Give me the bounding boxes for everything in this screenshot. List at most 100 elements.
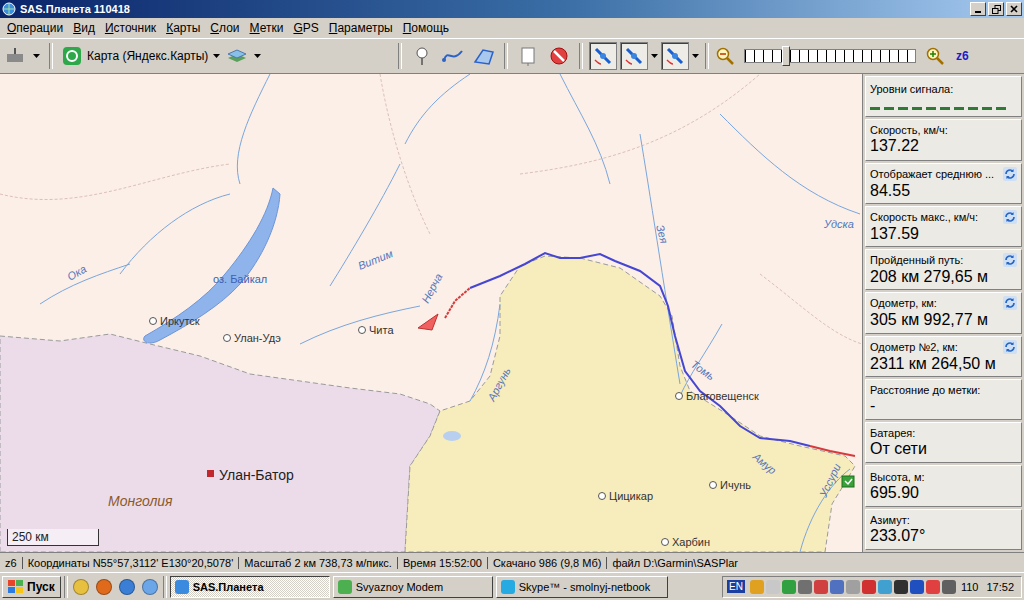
refresh-icon[interactable] — [1003, 253, 1017, 267]
menu-item[interactable]: GPS — [288, 20, 323, 36]
desktop: SAS.Планета 110418ОперацииВидИсточникКар… — [0, 0, 1024, 600]
note-icon — [518, 46, 538, 66]
menu-item[interactable]: Карты — [161, 20, 205, 36]
river — [640, 134, 680, 384]
gps-device-button[interactable] — [2, 42, 30, 70]
zoom-out-icon[interactable] — [715, 46, 735, 66]
gps-track-button[interactable] — [589, 42, 617, 70]
window-title: SAS.Планета 110418 — [20, 3, 966, 15]
zoom-slider[interactable] — [744, 49, 916, 63]
minimize-button[interactable] — [970, 2, 986, 16]
tool-button[interactable] — [408, 42, 436, 70]
map-label: Благовещенск — [686, 390, 759, 402]
tray-icon[interactable] — [798, 580, 812, 594]
tool-button[interactable] — [514, 42, 542, 70]
menu-item[interactable]: Вид — [68, 20, 100, 36]
tray-icon[interactable] — [766, 580, 780, 594]
region-border — [0, 164, 230, 200]
tool-button[interactable] — [439, 42, 467, 70]
tool-button[interactable] — [545, 42, 573, 70]
signal-bar — [884, 107, 894, 110]
gps-track-start — [810, 446, 855, 456]
dropdown-arrow-icon[interactable] — [651, 54, 658, 58]
tray-icon[interactable] — [894, 580, 908, 594]
status-cell: Масштаб 2 км 738,73 м/пикс. — [238, 557, 397, 569]
refresh-icon[interactable] — [1003, 167, 1017, 181]
map-canvas[interactable]: Окаоз. БайкалВитимНерчаИркутскУлан-УдэЧи… — [0, 74, 862, 552]
sensor-label: Скорость макс., км/ч: — [870, 211, 978, 223]
tray-icon[interactable] — [862, 580, 876, 594]
signal-bar — [996, 107, 1006, 110]
refresh-icon[interactable] — [1003, 340, 1017, 354]
map-label: Монголия — [108, 493, 173, 509]
gps-center-button[interactable] — [661, 42, 689, 70]
dropdown-arrow-icon[interactable] — [254, 54, 261, 58]
tray-icon[interactable] — [750, 580, 764, 594]
sensor-value: - — [870, 396, 1017, 415]
toolbar: Карта (Яндекс.Карты) z6 — [0, 38, 1024, 74]
map-source-select[interactable]: Карта (Яндекс.Карты) — [85, 49, 210, 63]
task-button[interactable]: SAS.Планета — [170, 576, 330, 598]
sensor-value: 695.90 — [870, 483, 1017, 502]
start-button[interactable]: Пуск — [2, 576, 61, 598]
refresh-icon[interactable] — [1003, 296, 1017, 310]
river — [120, 194, 230, 274]
tray-icon[interactable] — [830, 580, 844, 594]
menu-item[interactable]: Слои — [205, 20, 244, 36]
sensor-label: Отображает среднюю ... — [870, 168, 994, 180]
map-label: Амур — [750, 450, 779, 477]
gps-device-icon — [5, 46, 27, 66]
task-button[interactable]: Skype™ - smolnyj-netbook — [496, 576, 668, 598]
language-indicator[interactable]: EN — [727, 580, 745, 593]
scale-bar: 250 км — [7, 529, 99, 546]
tray-icon[interactable] — [910, 580, 924, 594]
close-button[interactable] — [1006, 2, 1022, 16]
refresh-icon[interactable] — [1003, 210, 1017, 224]
zoom-slider-thumb[interactable] — [782, 46, 790, 66]
quick-launch-icon[interactable] — [96, 579, 112, 595]
map-label: Томь — [689, 358, 717, 383]
menu-item[interactable]: Операции — [2, 20, 68, 36]
quick-launch-icon[interactable] — [119, 579, 135, 595]
lake — [443, 431, 461, 441]
tray-icon[interactable] — [942, 580, 956, 594]
sensor-value: 84.55 — [870, 181, 1017, 200]
tray-icon[interactable] — [846, 580, 860, 594]
menu-item[interactable]: Метки — [245, 20, 289, 36]
map-label: Витим — [356, 247, 395, 272]
zoom-label: z6 — [956, 49, 969, 63]
task-button[interactable]: Svyaznoy Modem — [333, 576, 493, 598]
tray-icon[interactable] — [926, 580, 940, 594]
map[interactable]: Окаоз. БайкалВитимНерчаИркутскУлан-УдэЧи… — [0, 74, 862, 552]
sensor-card: Отображает среднюю ...84.55 — [865, 163, 1022, 204]
zoom-in-icon[interactable] — [925, 46, 945, 66]
gps-follow-button[interactable] — [620, 42, 648, 70]
quick-launch-icon[interactable] — [73, 579, 89, 595]
tray-icon[interactable] — [878, 580, 892, 594]
task-app-icon — [175, 580, 189, 594]
river — [680, 324, 722, 396]
gps-track-recent — [445, 288, 470, 318]
menu-item[interactable]: Помощь — [398, 20, 454, 36]
map-label: Нерча — [419, 271, 444, 304]
river — [405, 74, 470, 144]
menu-item[interactable]: Параметры — [324, 20, 398, 36]
sensor-value: 305 км 992,77 м — [870, 310, 1017, 329]
sensor-panel: Уровни сигнала:Скорость, км/ч:137.22Отоб… — [862, 74, 1024, 552]
dropdown-arrow-icon[interactable] — [33, 54, 40, 58]
quick-launch-icon[interactable] — [142, 579, 158, 595]
menu-item[interactable]: Источник — [100, 20, 161, 36]
tray-icon[interactable] — [814, 580, 828, 594]
sensor-card: Высота, м:695.90 — [865, 465, 1022, 506]
mongolia-region — [0, 334, 440, 552]
dropdown-arrow-icon[interactable] — [213, 54, 220, 58]
restore-button[interactable] — [988, 2, 1004, 16]
tray-icon[interactable] — [782, 580, 796, 594]
dropdown-arrow-icon[interactable] — [692, 54, 699, 58]
sensor-card: Батарея:От сети — [865, 422, 1022, 463]
china-region — [405, 256, 855, 552]
layers-button[interactable] — [223, 42, 251, 70]
tool-button[interactable] — [470, 42, 498, 70]
path-icon — [442, 46, 464, 66]
signal-bar — [982, 107, 992, 110]
